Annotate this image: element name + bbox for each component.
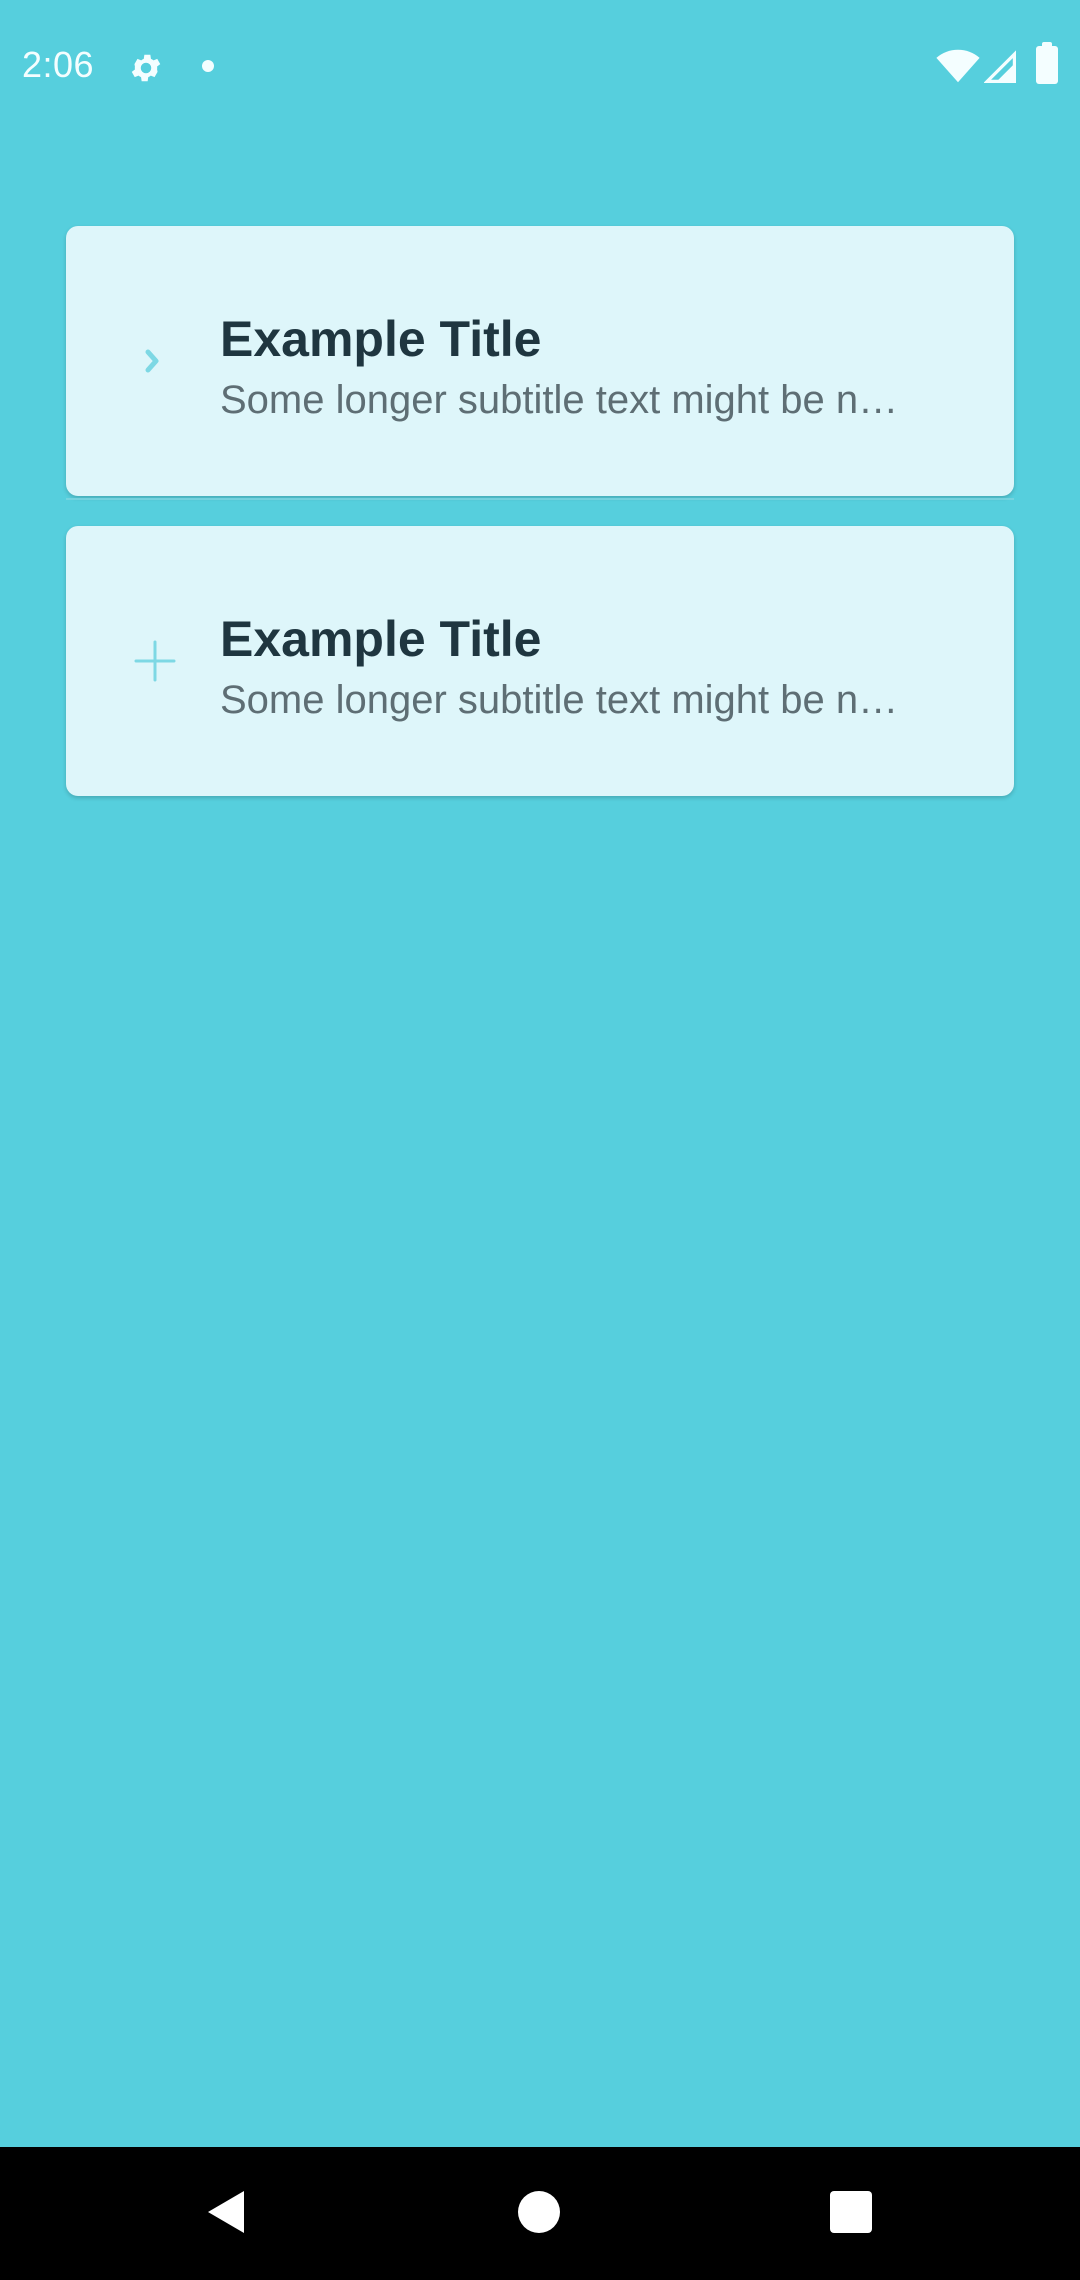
- list-item-title: Example Title: [220, 311, 542, 367]
- list-item[interactable]: Example Title Some longer subtitle text …: [66, 226, 1014, 496]
- back-icon[interactable]: [202, 2187, 250, 2237]
- status-bar: 2:06: [0, 0, 1080, 136]
- notification-dot-icon: [202, 60, 214, 72]
- list-item-subtitle: Some longer subtitle text might be n…: [220, 378, 899, 422]
- plus-icon: [134, 640, 176, 682]
- home-icon[interactable]: [518, 2191, 560, 2233]
- navigation-bar: [0, 2147, 1080, 2280]
- recents-icon[interactable]: [830, 2191, 872, 2233]
- gear-icon: [131, 54, 161, 82]
- list-item[interactable]: Example Title Some longer subtitle text …: [66, 526, 1014, 796]
- battery-icon: [1036, 42, 1058, 84]
- divider: [66, 498, 1014, 500]
- signal-icon: [984, 50, 1016, 83]
- list-item-subtitle: Some longer subtitle text might be n…: [220, 678, 899, 722]
- chevron-right-icon: [145, 349, 159, 373]
- app-screen: 2:06 Example Title Some longer subtitle …: [0, 0, 1080, 2147]
- list-item-title: Example Title: [220, 611, 542, 667]
- wifi-icon: [936, 49, 980, 83]
- status-time: 2:06: [22, 44, 95, 85]
